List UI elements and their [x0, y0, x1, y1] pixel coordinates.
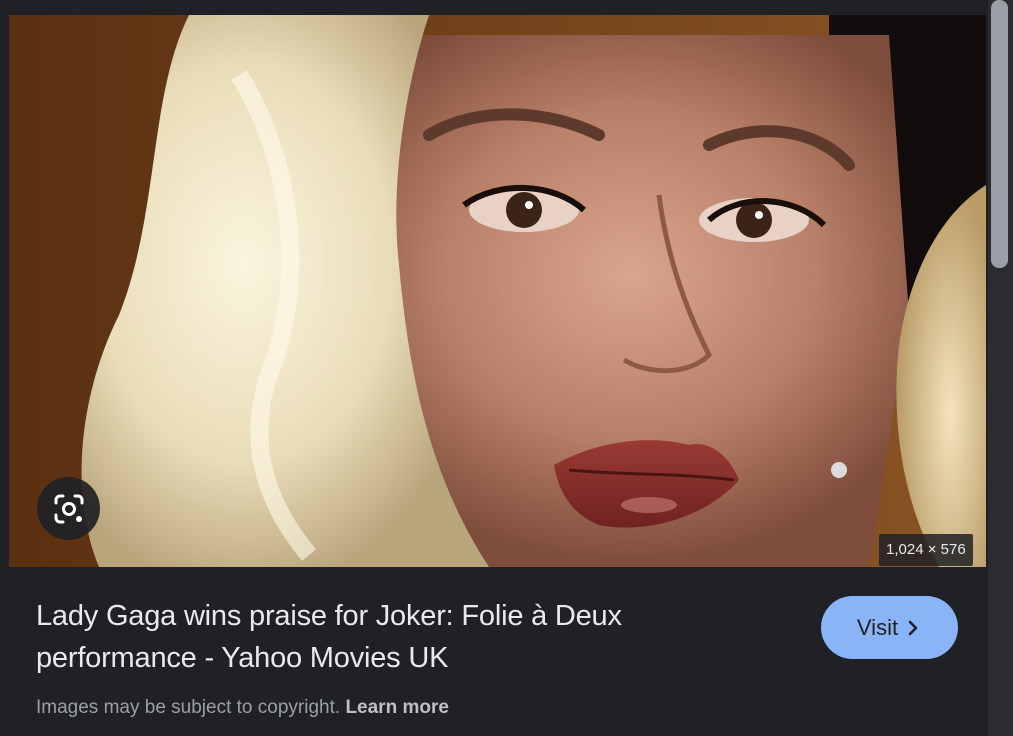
result-title-line1: Lady Gaga wins praise for Joker: Folie à… — [36, 600, 622, 632]
result-info: Lady Gaga wins praise for Joker: Folie à… — [9, 567, 986, 736]
google-lens-icon — [54, 494, 83, 523]
result-title[interactable]: Lady Gaga wins praise for Joker: Folie à… — [36, 595, 736, 679]
visit-label: Visit — [856, 614, 899, 640]
copyright-text: Images may be subject to copyright. — [36, 697, 341, 718]
preview-image[interactable] — [9, 15, 986, 567]
chevron-right-icon — [908, 620, 918, 635]
scrollbar-thumb[interactable] — [991, 0, 1008, 268]
copyright-notice: Images may be subject to copyright. Lear… — [36, 695, 449, 721]
learn-more-link[interactable]: Learn more — [345, 697, 448, 718]
image-dimensions-badge: 1,024 × 576 — [879, 534, 973, 566]
top-strip — [0, 0, 988, 15]
image-preview-panel: 1,024 × 576 Lady Gaga wins praise for Jo… — [0, 0, 1013, 736]
google-lens-button[interactable] — [37, 477, 100, 540]
visit-button[interactable]: Visit — [821, 596, 958, 659]
result-title-line2: performance - Yahoo Movies UK — [36, 642, 449, 674]
